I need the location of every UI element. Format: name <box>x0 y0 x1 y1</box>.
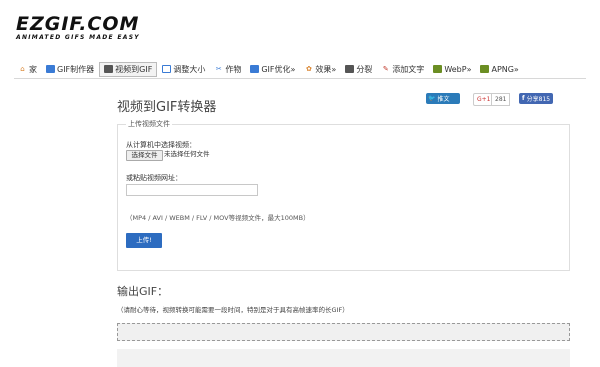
nav-item-apng[interactable]: APNG» <box>476 62 522 76</box>
nav-label: 作物 <box>225 64 242 74</box>
nav-item-crop[interactable]: ✂ 作物 <box>210 62 245 76</box>
nav-label: GIF优化» <box>261 64 296 74</box>
webp-icon <box>433 65 443 73</box>
logo-tagline: ANIMATED GIFS MADE EASY <box>16 34 140 41</box>
gplus-label: G+1 <box>477 96 491 103</box>
fb-share-label: 分享815 <box>526 96 551 103</box>
text-icon: ✎ <box>382 65 389 73</box>
resize-icon <box>162 65 172 73</box>
gif-maker-icon <box>46 65 55 73</box>
output-area <box>117 323 570 341</box>
nav-item-webp[interactable]: WebP» <box>429 62 475 76</box>
nav-item-video-to-gif[interactable]: 视频到GIF <box>99 61 158 77</box>
effects-icon: ✿ <box>305 65 312 73</box>
output-title: 输出GIF： <box>117 285 169 298</box>
apng-icon <box>480 65 490 73</box>
nav-item-add-text[interactable]: ✎ 添加文字 <box>377 62 428 76</box>
home-icon: ⌂ <box>20 65 25 73</box>
nav-label: WebP» <box>444 64 472 74</box>
facebook-share-button[interactable]: f 分享815 <box>519 93 554 104</box>
gplus-count: 281 <box>491 93 511 106</box>
nav-label: 视频到GIF <box>115 64 153 74</box>
facebook-icon: f <box>522 95 525 102</box>
nav-label: APNG» <box>491 64 519 74</box>
nav-label: 调整大小 <box>173 64 206 74</box>
bottom-panel <box>117 349 570 367</box>
tweet-button[interactable]: 🐦 推文 <box>426 93 460 104</box>
nav-item-resize[interactable]: 调整大小 <box>158 62 209 76</box>
nav-item-home[interactable]: ⌂ 家 <box>14 62 41 76</box>
tweet-label: 推文 <box>437 96 450 103</box>
split-icon <box>345 65 355 73</box>
formats-hint: （MP4 / AVI / WEBM / FLV / MOV等视频文件，最大100… <box>126 214 310 222</box>
logo-text: EZGIF.COM <box>16 13 140 35</box>
nav-label: 分裂 <box>356 64 373 74</box>
nav-item-split[interactable]: 分裂 <box>341 62 376 76</box>
nav-item-gif-maker[interactable]: GIF制作器 <box>42 62 98 76</box>
video-icon <box>104 65 114 73</box>
upload-legend: 上传视频文件 <box>126 119 172 129</box>
paste-url-label: 或粘贴视频网址： <box>126 174 182 182</box>
nav-label: GIF制作器 <box>57 64 95 74</box>
logo[interactable]: EZGIF.COM ANIMATED GIFS MADE EASY <box>16 14 140 42</box>
upload-button[interactable]: 上传! <box>126 233 162 248</box>
twitter-icon: 🐦 <box>428 95 436 102</box>
choose-file-button[interactable]: 选择文件 <box>126 150 163 161</box>
output-note: （请耐心等待，视频转换可能需要一段时间，特别是对于具有高帧速率的长GIF） <box>117 306 349 314</box>
nav-item-effects[interactable]: ✿ 效果» <box>300 62 340 76</box>
no-file-text: 未选择任何文件 <box>164 150 210 158</box>
page-title: 视频到GIF转换器 <box>117 100 217 115</box>
optimize-icon <box>250 65 260 73</box>
video-url-input[interactable] <box>126 184 258 196</box>
nav-label: 添加文字 <box>392 64 425 74</box>
crop-icon: ✂ <box>215 65 222 73</box>
from-computer-label: 从计算机中选择视频： <box>126 141 196 149</box>
nav-label: 家 <box>29 64 37 74</box>
nav-item-optimize[interactable]: GIF优化» <box>246 62 299 76</box>
nav-label: 效果» <box>315 64 337 74</box>
main-nav: ⌂ 家 GIF制作器 视频到GIF 调整大小 ✂ 作物 GIF优化» ✿ 效果»… <box>14 60 586 79</box>
